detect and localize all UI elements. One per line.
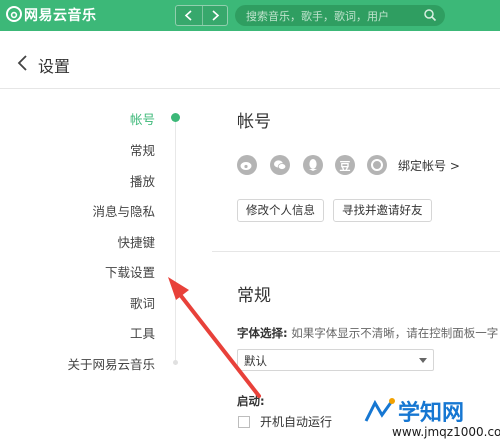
renren-icon[interactable] — [367, 155, 387, 175]
nav-active-dot — [171, 113, 180, 122]
back-chevron-icon[interactable] — [16, 54, 30, 72]
wechat-icon[interactable] — [270, 155, 290, 175]
general-section-title: 常规 — [237, 286, 271, 306]
edit-profile-button[interactable]: 修改个人信息 — [237, 199, 324, 222]
chevron-right-icon — [212, 10, 220, 21]
nav-item-playback[interactable]: 播放 — [130, 171, 155, 190]
search-input[interactable]: 搜索音乐，歌手，歌词，用户 — [235, 5, 445, 26]
font-select[interactable]: 默认 — [237, 349, 434, 371]
watermark-url: www.jmqz1000.com — [392, 425, 500, 439]
caret-down-icon — [419, 358, 427, 363]
nav-item-download[interactable]: 下载设置 — [105, 262, 155, 281]
nav-item-messages-privacy[interactable]: 消息与隐私 — [92, 201, 155, 220]
title-bar: 网易云音乐 搜索音乐，歌手，歌词，用户 — [0, 0, 500, 31]
chevron-left-icon — [184, 10, 192, 21]
font-hint: 如果字体显示不清晰，请在控制面板一字 — [291, 326, 499, 340]
font-setting-label: 字体选择: 如果字体显示不清晰，请在控制面板一字 — [237, 325, 498, 341]
account-section-title: 帐号 — [237, 112, 271, 132]
header-divider — [0, 88, 500, 89]
search-icon[interactable] — [423, 8, 437, 22]
nav-end-dot — [173, 360, 178, 365]
qq-icon[interactable] — [303, 155, 323, 175]
back-nav-button[interactable] — [176, 6, 203, 25]
startup-label: 启动: — [237, 394, 265, 408]
forward-nav-button[interactable] — [202, 6, 228, 25]
nav-item-tools[interactable]: 工具 — [130, 323, 155, 342]
page-title: 设置 — [38, 57, 71, 76]
app-title: 网易云音乐 — [24, 8, 97, 24]
weibo-icon[interactable] — [237, 155, 257, 175]
nav-item-general[interactable]: 常规 — [130, 140, 155, 159]
font-label: 字体选择: — [237, 326, 288, 340]
font-select-value: 默认 — [244, 354, 267, 368]
bind-account-link[interactable]: 绑定帐号 > — [398, 157, 460, 174]
invite-friends-button[interactable]: 寻找并邀请好友 — [333, 199, 432, 222]
douban-icon[interactable]: 豆 — [335, 155, 355, 175]
search-placeholder: 搜索音乐，歌手，歌词，用户 — [246, 10, 389, 23]
autostart-label[interactable]: 开机自动运行 — [260, 413, 332, 430]
nav-item-hotkeys[interactable]: 快捷键 — [117, 232, 155, 251]
section-divider — [212, 251, 500, 252]
autostart-checkbox[interactable] — [238, 416, 250, 428]
annotation-arrow — [168, 277, 261, 398]
watermark: 学知网 www.jmqz1000.com — [358, 395, 500, 446]
nav-timeline — [175, 117, 176, 365]
history-nav — [175, 5, 228, 26]
nav-item-account[interactable]: 帐号 — [130, 109, 155, 128]
netease-logo-icon — [6, 6, 22, 22]
watermark-logo-icon — [364, 398, 395, 422]
nav-item-lyrics[interactable]: 歌词 — [130, 293, 155, 312]
nav-item-about[interactable]: 关于网易云音乐 — [67, 354, 155, 373]
watermark-main: 学知网 — [398, 401, 465, 426]
